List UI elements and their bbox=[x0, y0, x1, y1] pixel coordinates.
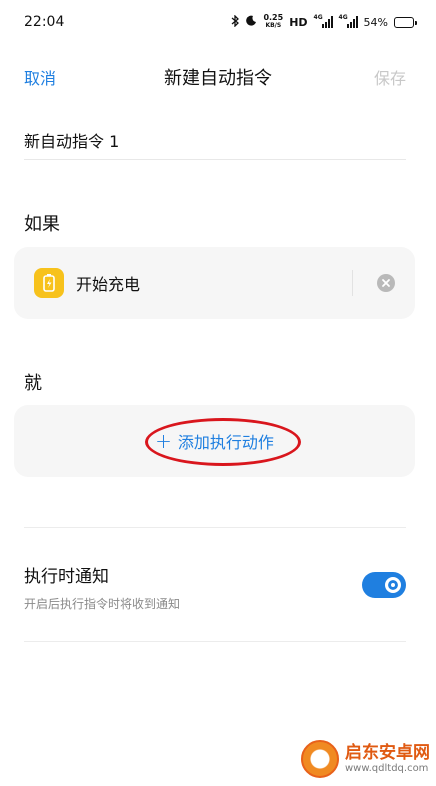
toggle-knob bbox=[385, 577, 401, 593]
watermark-url: www.qdltdq.com bbox=[345, 762, 429, 774]
moon-icon bbox=[246, 15, 257, 29]
notify-toggle[interactable] bbox=[362, 572, 406, 598]
divider bbox=[352, 270, 353, 296]
then-section-label: 就 bbox=[24, 373, 42, 394]
condition-label: 开始充电 bbox=[76, 275, 141, 294]
hd-indicator: HD bbox=[289, 15, 308, 29]
condition-card[interactable]: 开始充电 bbox=[14, 247, 415, 319]
battery-charging-icon bbox=[34, 268, 64, 298]
network-speed-unit: KB/S bbox=[265, 22, 282, 29]
bluetooth-icon bbox=[231, 13, 240, 30]
divider-bottom bbox=[24, 641, 406, 642]
notify-subtitle: 开启后执行指令时将收到通知 bbox=[24, 597, 181, 611]
notify-title: 执行时通知 bbox=[24, 567, 109, 587]
signal-icon-2: 4G bbox=[338, 14, 358, 28]
signal-icon: 4G bbox=[313, 14, 333, 28]
status-time: 22:04 bbox=[24, 14, 65, 30]
cancel-button[interactable]: 取消 bbox=[24, 65, 56, 89]
highlight-ellipse bbox=[145, 418, 301, 466]
watermark-text: 启东安卓网 www.qdltdq.com bbox=[345, 744, 430, 774]
signal-tag: 4G bbox=[313, 14, 323, 21]
shortcut-name-field[interactable]: 新自动指令 1 bbox=[24, 120, 406, 160]
signal-tag-2: 4G bbox=[338, 14, 348, 21]
screen: 22:04 0.25 KB/S HD 4G 4G 54% 取消 新建自动指令 保… bbox=[0, 0, 436, 786]
watermark-logo-icon bbox=[301, 740, 339, 778]
save-button[interactable]: 保存 bbox=[374, 65, 406, 89]
watermark-title: 启东安卓网 bbox=[345, 743, 430, 764]
notify-setting-row: 执行时通知 开启后执行指令时将收到通知 bbox=[24, 562, 406, 614]
if-section-label: 如果 bbox=[24, 214, 60, 235]
nav-bar: 取消 新建自动指令 保存 bbox=[0, 54, 436, 100]
close-icon[interactable] bbox=[377, 274, 395, 292]
battery-percent: 54% bbox=[363, 15, 388, 29]
page-title: 新建自动指令 bbox=[164, 68, 272, 89]
battery-icon bbox=[394, 16, 417, 28]
network-speed-value: 0.25 bbox=[263, 13, 284, 22]
status-icons: 0.25 KB/S HD 4G 4G 54% bbox=[231, 13, 417, 30]
status-bar: 22:04 0.25 KB/S HD 4G 4G 54% bbox=[0, 0, 436, 44]
network-speed: 0.25 KB/S bbox=[263, 14, 283, 30]
divider-top bbox=[24, 527, 406, 528]
watermark: 启东安卓网 www.qdltdq.com bbox=[301, 740, 430, 778]
